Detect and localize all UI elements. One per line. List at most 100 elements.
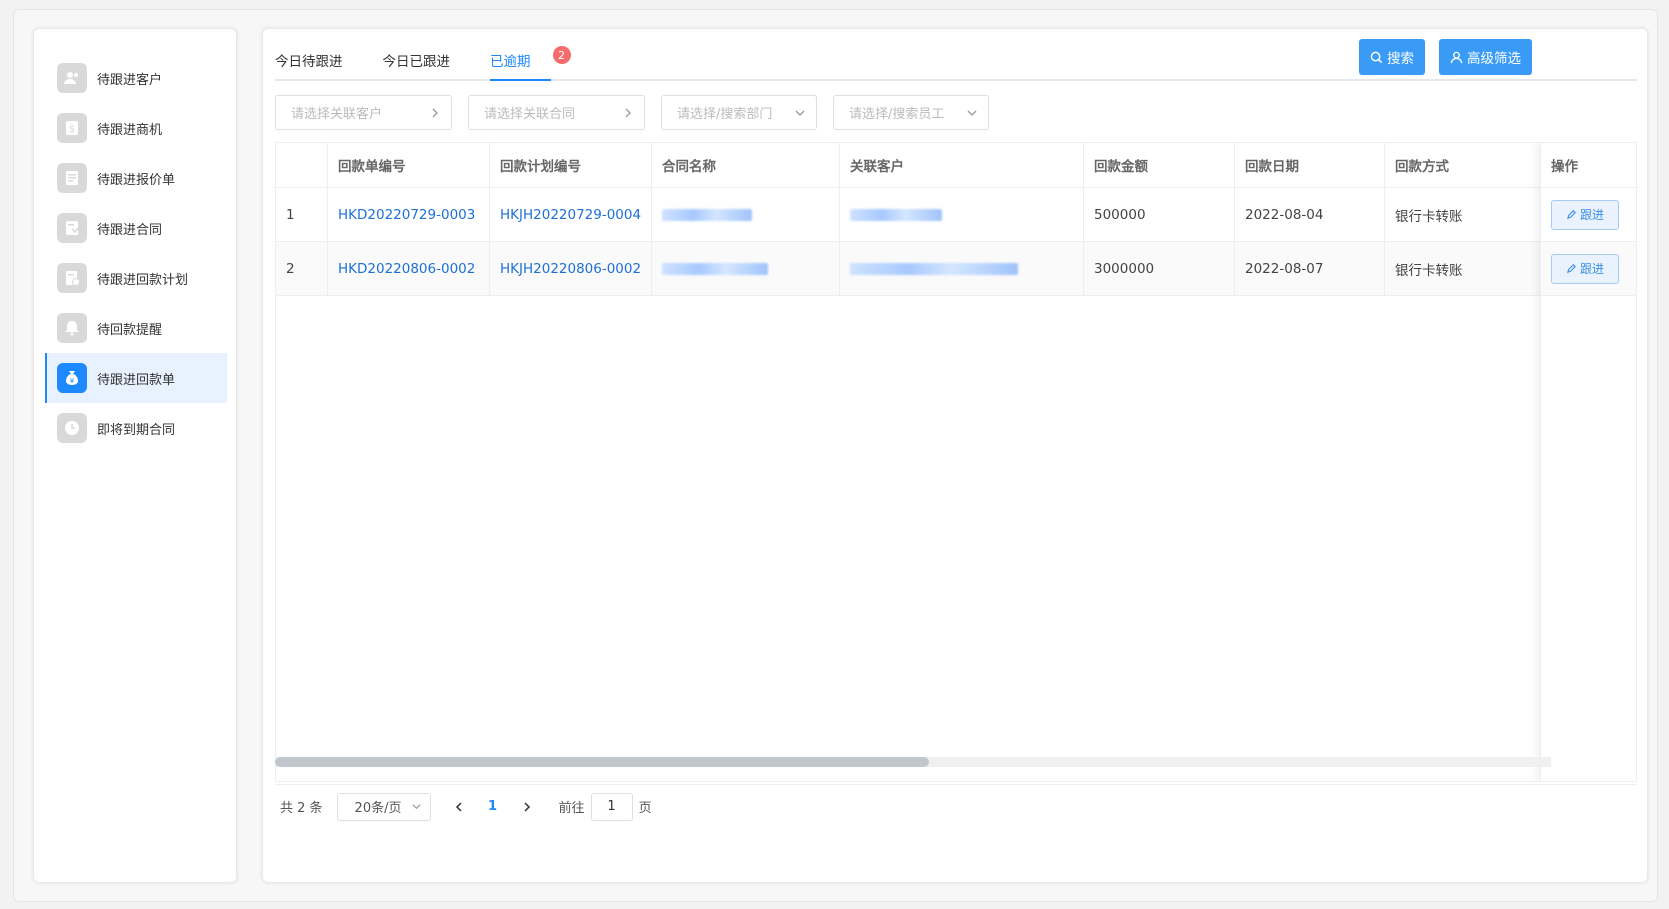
customer-select[interactable]: 请选择关联客户 xyxy=(275,95,452,130)
method-cell: 银行卡转账 xyxy=(1385,242,1545,296)
filter-bar: 请选择关联客户 请选择关联合同 请选择/搜索部门 请选择/搜索员工 xyxy=(275,95,989,130)
advanced-filter-button[interactable]: 高级筛选 xyxy=(1439,39,1532,75)
sidebar-item-label: 待跟进回款计划 xyxy=(97,272,189,288)
method-cell: 银行卡转账 xyxy=(1385,188,1545,242)
chevron-right-icon xyxy=(625,108,631,117)
sidebar-item-label: 待回款提醒 xyxy=(97,322,163,338)
page-number-current[interactable]: 1 xyxy=(485,799,501,814)
row-index: 2 xyxy=(276,242,328,296)
amount-cell: 3000000 xyxy=(1084,242,1235,296)
sidebar-item-pending-quotes[interactable]: 待跟进报价单 xyxy=(45,153,227,203)
table-header-row: 回款单编号 回款计划编号 合同名称 关联客户 回款金额 回款日期 回款方式 xyxy=(276,143,1636,188)
sidebar-item-expiring-contracts[interactable]: 即将到期合同 xyxy=(45,403,227,453)
customer-select-placeholder: 请选择关联客户 xyxy=(291,107,383,122)
header-receipt-no: 回款单编号 xyxy=(328,143,490,188)
header-action: 操作 xyxy=(1541,143,1636,188)
sidebar-item-label: 即将到期合同 xyxy=(97,422,176,438)
chevron-right-icon xyxy=(432,108,438,117)
redacted-customer-name xyxy=(850,262,1018,275)
dollar-icon: $ xyxy=(57,113,87,143)
total-count: 共 2 条 xyxy=(280,801,323,816)
horizontal-scrollbar[interactable] xyxy=(275,757,1551,767)
page-size-value: 20条/页 xyxy=(354,801,402,816)
scrollbar-thumb[interactable] xyxy=(275,757,929,767)
follow-up-button[interactable]: 跟进 xyxy=(1551,199,1619,230)
chevron-down-icon xyxy=(411,804,421,810)
advanced-filter-label: 高级筛选 xyxy=(1467,51,1521,67)
tab-label: 已逾期 xyxy=(490,54,531,70)
tab-overdue[interactable]: 已逾期 2 xyxy=(490,41,571,81)
sidebar-item-pending-receipts[interactable]: ¥ 待跟进回款单 xyxy=(45,353,227,403)
data-table: 回款单编号 回款计划编号 合同名称 关联客户 回款金额 回款日期 回款方式 1 … xyxy=(275,142,1637,782)
sidebar-item-pending-payment-plans[interactable]: 待跟进回款计划 xyxy=(45,253,227,303)
redacted-contract-name xyxy=(662,208,752,221)
tab-today-pending[interactable]: 今日待跟进 xyxy=(275,41,343,79)
header-method: 回款方式 xyxy=(1385,143,1545,188)
header-date: 回款日期 xyxy=(1235,143,1385,188)
tab-bar: 今日待跟进 今日已跟进 已逾期 2 xyxy=(275,43,1637,81)
action-cell: 跟进 xyxy=(1541,242,1636,296)
redacted-contract-name xyxy=(662,262,768,275)
sidebar-item-payment-reminders[interactable]: 待回款提醒 xyxy=(45,303,227,353)
chevron-down-icon xyxy=(967,110,977,116)
svg-text:$: $ xyxy=(69,124,75,135)
chevron-down-icon xyxy=(795,110,805,116)
svg-text:¥: ¥ xyxy=(70,377,75,385)
action-cell: 跟进 xyxy=(1541,188,1636,242)
contract-icon xyxy=(57,213,87,243)
table-row: 2 HKD20220806-0002 HKJH20220806-0002 300… xyxy=(276,242,1636,296)
header-plan-no: 回款计划编号 xyxy=(490,143,652,188)
follow-up-button[interactable]: 跟进 xyxy=(1551,253,1619,284)
contract-select-placeholder: 请选择关联合同 xyxy=(484,107,576,122)
header-customer: 关联客户 xyxy=(840,143,1084,188)
edit-icon xyxy=(1566,264,1576,274)
amount-cell: 500000 xyxy=(1084,188,1235,242)
users-icon xyxy=(57,63,87,93)
search-icon xyxy=(1370,51,1383,63)
sidebar-item-pending-customers[interactable]: 待跟进客户 xyxy=(45,53,227,103)
follow-up-label: 跟进 xyxy=(1579,208,1604,222)
search-button-label: 搜索 xyxy=(1387,51,1414,67)
main-panel: 今日待跟进 今日已跟进 已逾期 2 搜索 高级筛选 请选择关联客户 请选择关联合… xyxy=(262,28,1648,883)
header-contract-name: 合同名称 xyxy=(652,143,840,188)
header-index xyxy=(276,143,328,188)
prev-page-button[interactable] xyxy=(451,793,467,821)
page-size-select[interactable]: 20条/页 xyxy=(336,792,431,821)
tab-today-done[interactable]: 今日已跟进 xyxy=(383,41,451,79)
contract-select[interactable]: 请选择关联合同 xyxy=(468,95,645,130)
goto-label: 前往 xyxy=(558,801,585,816)
tab-label: 今日已跟进 xyxy=(382,54,451,70)
header-amount: 回款金额 xyxy=(1084,143,1235,188)
employee-select-placeholder: 请选择/搜索员工 xyxy=(849,107,945,122)
chevron-right-icon xyxy=(524,801,530,812)
row-index: 1 xyxy=(276,188,328,242)
plan-no-link[interactable]: HKJH20220806-0002 xyxy=(500,261,641,277)
money-bag-icon: ¥ xyxy=(57,363,87,393)
sidebar-item-pending-opportunities[interactable]: $ 待跟进商机 xyxy=(45,103,227,153)
plan-no-link[interactable]: HKJH20220729-0004 xyxy=(500,207,641,223)
receipt-no-link[interactable]: HKD20220806-0002 xyxy=(338,261,475,277)
sidebar-item-pending-contracts[interactable]: 待跟进合同 xyxy=(45,203,227,253)
sidebar-item-label: 待跟进回款单 xyxy=(97,372,176,388)
date-cell: 2022-08-04 xyxy=(1235,188,1385,242)
overdue-count-badge: 2 xyxy=(552,46,571,64)
receipt-no-link[interactable]: HKD20220729-0003 xyxy=(338,207,475,223)
user-icon xyxy=(1450,51,1463,63)
plan-icon xyxy=(57,263,87,293)
sidebar-item-label: 待跟进报价单 xyxy=(97,172,176,188)
search-button[interactable]: 搜索 xyxy=(1359,39,1425,75)
date-cell: 2022-08-07 xyxy=(1235,242,1385,296)
chevron-left-icon xyxy=(455,801,462,812)
sidebar-item-label: 待跟进合同 xyxy=(97,222,163,238)
department-select-placeholder: 请选择/搜索部门 xyxy=(677,107,773,122)
department-select[interactable]: 请选择/搜索部门 xyxy=(661,95,817,130)
pagination: 共 2 条 20条/页 1 前往 页 xyxy=(275,784,1637,828)
sidebar: 待跟进客户 $ 待跟进商机 待跟进报价单 待跟进合同 待跟进回款计划 待回款提醒… xyxy=(33,28,237,883)
tab-label: 今日待跟进 xyxy=(275,54,343,70)
edit-icon xyxy=(1566,210,1576,220)
sidebar-item-label: 待跟进客户 xyxy=(97,72,163,88)
employee-select[interactable]: 请选择/搜索员工 xyxy=(833,95,989,130)
goto-page-input[interactable] xyxy=(590,792,633,821)
bell-icon xyxy=(57,313,87,343)
next-page-button[interactable] xyxy=(519,793,535,821)
